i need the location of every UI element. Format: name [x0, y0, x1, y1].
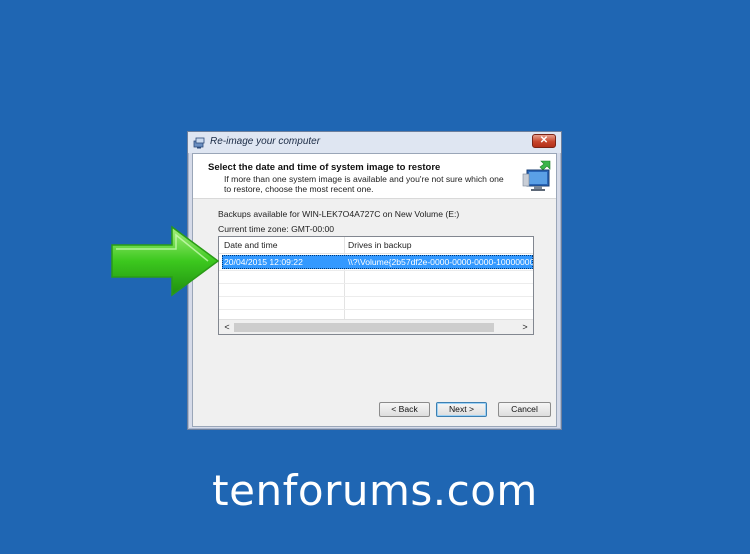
grid-line [219, 309, 533, 310]
backup-list[interactable]: Date and time Drives in backup 20/04/201… [218, 236, 534, 335]
reimage-dialog: Re-image your computer ✕ Select the date… [187, 131, 562, 430]
watermark-text: tenforums.com [212, 466, 538, 515]
backups-available-label: Backups available for WIN-LEK7O4A727C on… [218, 209, 460, 219]
window-title: Re-image your computer [210, 136, 321, 147]
column-header-date[interactable]: Date and time [224, 237, 278, 253]
wizard-description: If more than one system image is availab… [224, 174, 504, 194]
grid-line [219, 296, 533, 297]
back-button[interactable]: < Back [379, 402, 430, 417]
scroll-left-arrow-icon[interactable]: < [221, 320, 233, 334]
list-header: Date and time Drives in backup [219, 237, 533, 254]
backup-restore-icon [522, 160, 551, 191]
title-bar[interactable]: Re-image your computer ✕ [188, 132, 561, 153]
column-header-drives[interactable]: Drives in backup [348, 237, 412, 253]
row-date-time: 20/04/2015 12:09:22 [224, 257, 303, 267]
wizard-heading: Select the date and time of system image… [208, 162, 441, 173]
close-button[interactable]: ✕ [532, 134, 556, 148]
dialog-client-area: Select the date and time of system image… [192, 153, 557, 427]
next-button[interactable]: Next > [436, 402, 487, 417]
scroll-right-arrow-icon[interactable]: > [519, 320, 531, 334]
horizontal-scrollbar[interactable]: < > [219, 319, 533, 334]
table-row[interactable]: 20/04/2015 12:09:22 \\?\Volume{2b57df2e-… [222, 255, 533, 269]
current-timezone-label: Current time zone: GMT-00:00 [218, 224, 335, 234]
wizard-header: Select the date and time of system image… [193, 154, 556, 199]
grid-line [219, 283, 533, 284]
green-arrow-icon [111, 225, 220, 297]
scrollbar-thumb[interactable] [234, 323, 494, 332]
cancel-button[interactable]: Cancel [498, 402, 551, 417]
column-divider[interactable] [344, 237, 345, 319]
reimage-app-icon [193, 137, 205, 149]
grid-line [219, 270, 533, 271]
row-drives-in-backup: \\?\Volume{2b57df2e-0000-0000-0000-10000… [348, 257, 533, 267]
close-icon: ✕ [539, 135, 549, 146]
